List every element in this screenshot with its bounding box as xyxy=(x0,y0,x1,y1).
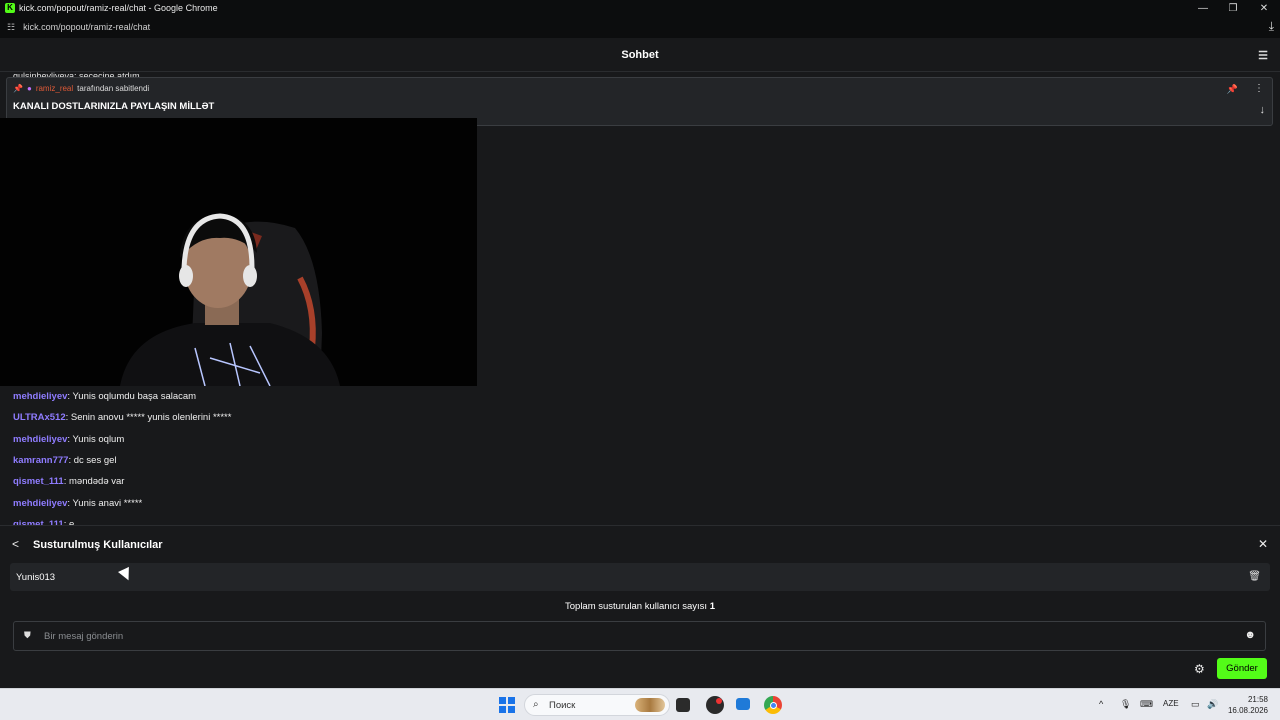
streamer-video-frame xyxy=(0,118,477,386)
muted-total-label: Toplam susturulan kullanıcı sayısı xyxy=(565,601,708,612)
chat-message: kamrann777: dc ses gel xyxy=(13,455,117,466)
muted-total-count: 1 xyxy=(709,601,715,612)
message-text: : Yunis anavi ***** xyxy=(67,498,143,509)
panel-header: < Susturulmuş Kullanıcılar ✕ xyxy=(0,526,1280,562)
chrome-icon[interactable] xyxy=(764,696,782,714)
message-text: : Yunis oqlum xyxy=(67,434,125,445)
message-input[interactable] xyxy=(44,628,1224,645)
kick-favicon-icon: K xyxy=(5,3,15,13)
chat-message: mehdieliyev: Yunis oqlum xyxy=(13,434,124,445)
site-info-icon[interactable]: ☷ xyxy=(7,22,15,33)
message-text: : Yunis oqlumdu başa salacam xyxy=(67,391,197,402)
search-icon: ⌕ xyxy=(533,699,539,710)
message-username[interactable]: qismet_111 xyxy=(13,476,64,487)
users-icon[interactable]: ☰ xyxy=(1258,49,1268,62)
pinned-by-suffix: tarafından sabitlendi xyxy=(77,84,150,93)
send-button[interactable]: Gönder xyxy=(1217,658,1267,679)
message-text: : məndədə var xyxy=(63,476,125,487)
chat-message: qismet_111: məndədə var xyxy=(13,476,124,487)
message-username[interactable]: mehdieliyev xyxy=(13,434,67,445)
restore-icon[interactable]: ❐ xyxy=(1218,0,1248,16)
url-text[interactable]: kick.com/popout/ramiz-real/chat xyxy=(23,22,150,32)
minimize-icon[interactable]: — xyxy=(1188,0,1218,16)
clock-date: 16.08.2026 xyxy=(1227,706,1268,715)
muted-user-row: Yunis013 🗑 xyxy=(10,563,1270,591)
mic-tray-icon[interactable]: 🎙 xyxy=(1120,699,1131,710)
gear-icon[interactable]: ⚙ xyxy=(1194,662,1205,676)
taskbar-search-placeholder: Поиск xyxy=(549,700,576,711)
pinned-by-user[interactable]: ramiz_real xyxy=(36,84,73,93)
volume-icon[interactable]: 🔊 xyxy=(1207,699,1218,710)
window-titlebar: K kick.com/popout/ramiz-real/chat - Goog… xyxy=(0,0,1280,16)
keyboard-icon[interactable]: ⌨ xyxy=(1140,699,1153,710)
chat-title: Sohbet xyxy=(621,48,659,61)
taskbar-search[interactable]: ⌕ Поиск xyxy=(524,694,670,716)
back-icon[interactable]: < xyxy=(12,537,19,551)
message-text: : Senin anovu ***** yunis olenlerini ***… xyxy=(65,412,232,423)
message-username[interactable]: mehdieliyev xyxy=(13,498,67,509)
task-view-icon[interactable] xyxy=(676,698,690,712)
taskbar-clock[interactable]: 21:58 16.08.2026 xyxy=(1228,694,1268,716)
message-username[interactable]: ULTRAx512 xyxy=(13,412,66,423)
message-username[interactable]: mehdieliyev xyxy=(13,391,67,402)
address-bar[interactable]: ☷ kick.com/popout/ramiz-real/chat ⤓ xyxy=(0,16,1280,38)
chat-message: ULTRAx512: Senin anovu ***** yunis olenl… xyxy=(13,412,231,423)
network-icon[interactable]: ▭ xyxy=(1191,699,1200,710)
muted-users-panel: < Susturulmuş Kullanıcılar ✕ Yunis013 🗑 … xyxy=(0,525,1280,688)
windows-taskbar: ⌕ Поиск ^ 🎙 ⌨ AZE ▭ 🔊 21:58 16.08.2026 xyxy=(0,688,1280,720)
muted-username: Yunis013 xyxy=(16,572,56,583)
more-icon[interactable]: ⋮ xyxy=(1254,83,1264,94)
search-highlight-image xyxy=(635,698,665,712)
mic-icon: ● xyxy=(26,84,32,93)
panel-title: Susturulmuş Kullanıcılar xyxy=(33,539,163,551)
unpin-icon[interactable]: 📌 xyxy=(1227,84,1238,95)
video-overlay[interactable] xyxy=(0,118,477,386)
download-icon[interactable]: ⤓ xyxy=(1269,19,1274,34)
message-username[interactable]: kamrann777 xyxy=(13,455,68,466)
arrow-down-icon[interactable]: ↓ xyxy=(1260,104,1266,116)
clock-time: 21:58 xyxy=(1247,695,1268,704)
emoji-icon[interactable]: ☻ xyxy=(1244,629,1256,641)
chat-message: mehdieliyev: Yunis oqlumdu başa salacam xyxy=(13,391,196,402)
muted-total: Toplam susturulan kullanıcı sayısı 1 xyxy=(0,601,1280,612)
pinned-by-line: 📌 ● ramiz_real tarafından sabitlendi xyxy=(13,84,149,93)
window-close-icon[interactable]: ✕ xyxy=(1249,0,1279,16)
panel-close-icon[interactable]: ✕ xyxy=(1258,537,1268,551)
chat-message: mehdieliyev: Yunis anavi ***** xyxy=(13,498,142,509)
language-indicator[interactable]: AZE xyxy=(1163,699,1179,708)
message-text: : dc ses gel xyxy=(68,455,117,466)
app-icon[interactable] xyxy=(736,698,750,710)
app-icon[interactable] xyxy=(706,696,724,714)
window-title: kick.com/popout/ramiz-real/chat - Google… xyxy=(19,3,218,13)
chat-header: Sohbet ☰ xyxy=(0,38,1280,72)
tray-chevron-icon[interactable]: ^ xyxy=(1099,699,1103,709)
pin-icon: 📌 xyxy=(13,84,23,93)
shield-icon[interactable]: ⛊ xyxy=(24,630,31,641)
trash-icon[interactable]: 🗑 xyxy=(1248,571,1261,582)
windows-start-icon[interactable] xyxy=(498,696,516,714)
chat-composer[interactable]: ⛊ ☻ xyxy=(13,621,1266,651)
pinned-message-text: KANALI DOSTLARINIZLA PAYLAŞIN MİLLƏT xyxy=(13,101,215,112)
